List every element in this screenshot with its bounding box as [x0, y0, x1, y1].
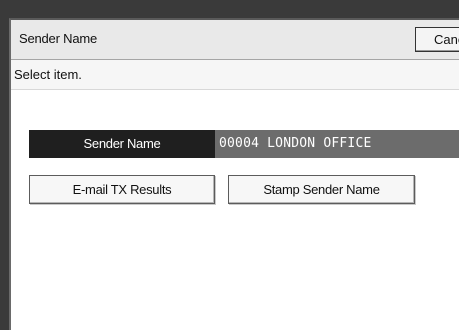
screen: Sender Name Cancel Select item. Sender N…	[0, 0, 459, 330]
dialog-panel: Sender Name Cancel Select item. Sender N…	[9, 18, 459, 330]
title-bar: Sender Name Cancel	[11, 20, 459, 60]
frame-top-border	[0, 0, 459, 20]
page-title: Sender Name	[19, 31, 98, 46]
sender-name-label: Sender Name	[29, 130, 215, 158]
stamp-sender-name-button[interactable]: Stamp Sender Name	[228, 175, 415, 204]
sender-name-value: 00004 LONDON OFFICE	[215, 130, 459, 158]
message-bar: Select item.	[11, 60, 459, 90]
sender-name-field: Sender Name 00004 LONDON OFFICE	[29, 130, 459, 158]
instruction-text: Select item.	[14, 67, 82, 82]
frame-left-border	[0, 0, 9, 330]
email-tx-results-button[interactable]: E-mail TX Results	[29, 175, 215, 204]
cancel-button[interactable]: Cancel	[415, 27, 459, 52]
